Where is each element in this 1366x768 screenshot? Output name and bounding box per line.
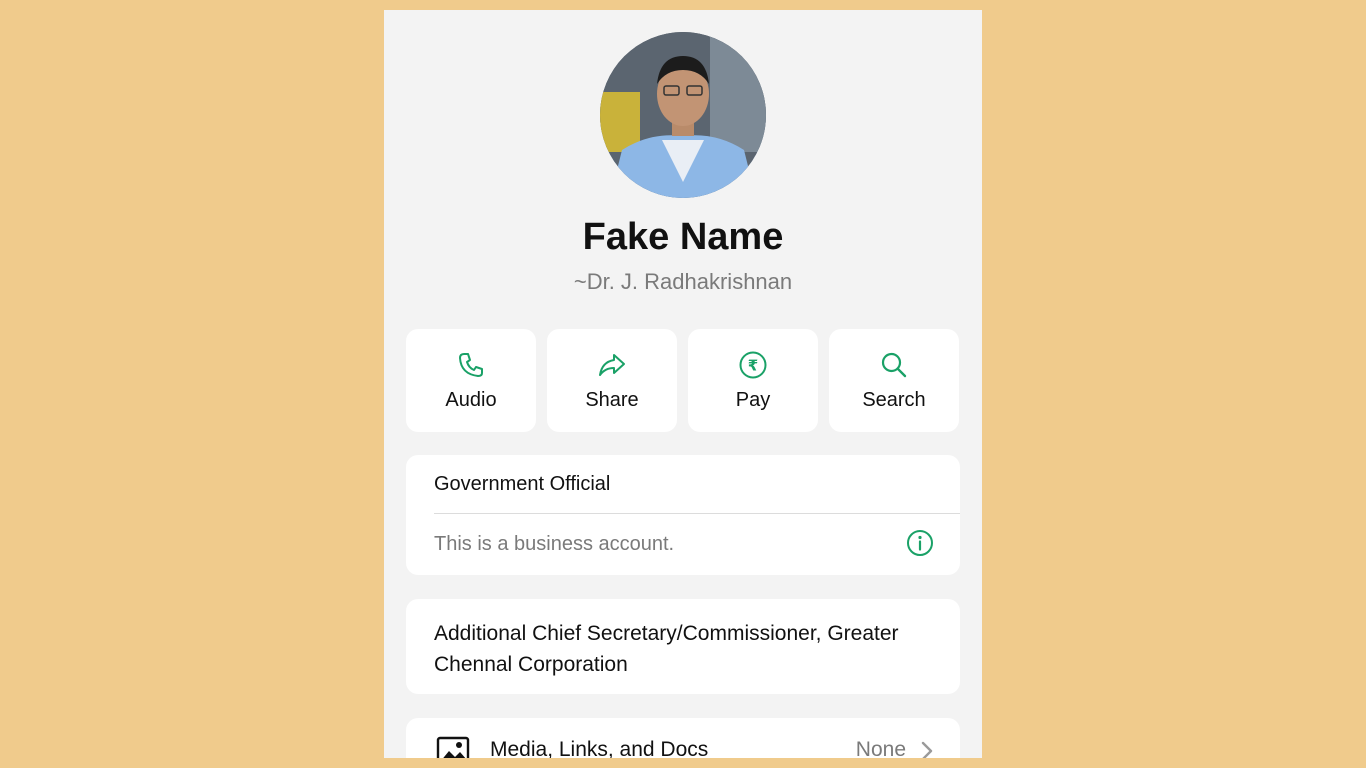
media-label: Media, Links, and Docs <box>490 738 709 758</box>
business-category: Government Official <box>434 473 611 495</box>
info-icon[interactable] <box>906 529 934 557</box>
media-count: None <box>855 738 906 758</box>
share-button[interactable]: Share <box>547 329 677 432</box>
rupee-icon: ₹ <box>737 349 769 381</box>
contact-pushname: ~Dr. J. Radhakrishnan <box>573 269 793 294</box>
share-icon <box>596 349 628 381</box>
svg-text:₹: ₹ <box>748 357 758 375</box>
pay-button[interactable]: ₹ Pay <box>688 329 818 432</box>
audio-call-button[interactable]: Audio <box>406 329 536 432</box>
business-account-note: This is a business account. <box>434 533 675 555</box>
contact-info-screen: Fake Name ~Dr. J. Radhakrishnan Audio Sh… <box>384 10 982 758</box>
divider <box>434 513 960 514</box>
action-row: Audio Share ₹ Pay Search <box>406 329 959 432</box>
avatar[interactable] <box>600 32 766 198</box>
media-links-docs-row[interactable]: Media, Links, and Docs None <box>406 718 960 758</box>
search-button[interactable]: Search <box>829 329 959 432</box>
search-icon <box>878 349 910 381</box>
image-icon <box>436 736 470 758</box>
search-label: Search <box>862 389 926 411</box>
business-description: Additional Chief Secretary/Commissioner,… <box>434 622 899 676</box>
pay-label: Pay <box>735 389 771 411</box>
phone-icon <box>455 349 487 381</box>
business-info-card: Government Official This is a business a… <box>406 455 960 575</box>
chevron-right-icon <box>920 740 934 758</box>
about-card: Additional Chief Secretary/Commissioner,… <box>406 599 960 694</box>
share-label: Share <box>585 389 639 411</box>
contact-name: Fake Name <box>582 216 784 258</box>
avatar-photo <box>600 32 766 198</box>
audio-label: Audio <box>445 389 497 411</box>
